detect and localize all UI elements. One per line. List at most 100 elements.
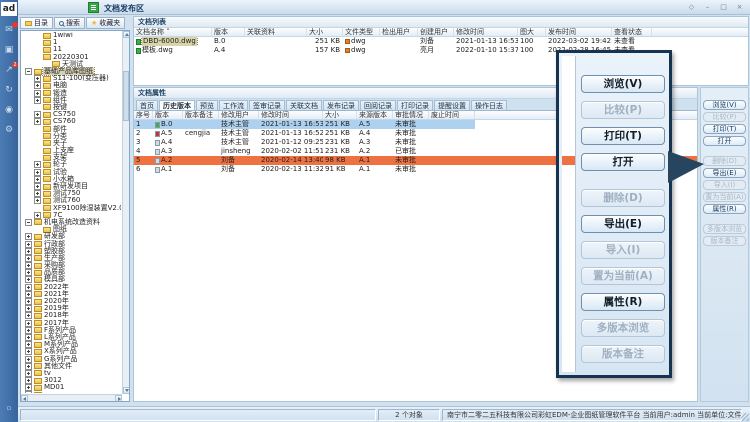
expand-icon[interactable] xyxy=(25,356,32,363)
expand-icon[interactable] xyxy=(25,327,32,334)
expand-icon[interactable] xyxy=(25,312,32,319)
properties-tab[interactable]: 操作日志 xyxy=(471,100,507,110)
scroll-right-button[interactable] xyxy=(115,395,122,402)
minimize-button[interactable]: – xyxy=(701,2,714,12)
close-button[interactable]: × xyxy=(733,2,746,12)
tree-item[interactable]: 轮子 xyxy=(22,161,121,168)
column-header[interactable]: 查看状态 xyxy=(612,28,652,36)
column-header[interactable]: 大小 xyxy=(307,28,343,36)
tree-item[interactable]: tv xyxy=(22,370,121,377)
action-button-6[interactable]: 导出(E) xyxy=(703,168,746,178)
tree-item[interactable]: 机电系统改造资料 xyxy=(22,219,121,226)
chat-icon[interactable]: ✉ xyxy=(0,24,18,37)
expand-icon[interactable] xyxy=(34,82,41,89)
tree-item[interactable]: 塑胶部 xyxy=(22,248,121,255)
properties-tab[interactable]: 签审记录 xyxy=(249,100,285,110)
expand-icon[interactable] xyxy=(25,363,32,370)
properties-tab[interactable]: 历史版本 xyxy=(159,100,195,110)
expand-icon[interactable] xyxy=(34,169,41,176)
column-header[interactable]: 废止时间 xyxy=(429,111,475,119)
tree-item[interactable]: 部件 xyxy=(22,125,121,132)
column-header[interactable]: 来源版本 xyxy=(357,111,393,119)
scroll-left-button[interactable] xyxy=(21,395,28,402)
action-button-4[interactable]: 打开 xyxy=(703,136,746,146)
properties-tab[interactable]: 回阅记录 xyxy=(360,100,396,110)
expand-icon[interactable] xyxy=(25,320,32,327)
scroll-up-button[interactable] xyxy=(123,31,130,38)
expand-icon[interactable] xyxy=(25,341,32,348)
expand-icon[interactable] xyxy=(25,291,32,298)
expand-icon[interactable] xyxy=(25,248,32,255)
pin-button[interactable]: ◇ xyxy=(685,2,698,12)
tab-directory[interactable]: 目录 xyxy=(20,17,53,29)
tree-item[interactable]: 行政部 xyxy=(22,240,121,247)
properties-tab[interactable]: 发布记录 xyxy=(323,100,359,110)
scroll-down-button[interactable] xyxy=(123,387,130,394)
column-header[interactable]: 大小 xyxy=(323,111,357,119)
expand-icon[interactable] xyxy=(34,75,41,82)
tree-item[interactable]: 电脑 xyxy=(22,82,121,89)
tree-item[interactable]: 模具部 xyxy=(22,276,121,283)
user-icon[interactable]: ◉ xyxy=(0,104,18,117)
tree-item[interactable]: 支架 xyxy=(22,154,121,161)
properties-tab[interactable]: 打印记录 xyxy=(397,100,433,110)
popup-action-1[interactable]: 浏览(V) xyxy=(581,75,665,93)
tree-item[interactable]: 2022年 xyxy=(22,284,121,291)
folder-icon[interactable]: ▣ xyxy=(0,44,18,57)
column-header[interactable]: 修改时间 xyxy=(259,111,323,119)
resize-grip[interactable] xyxy=(741,413,749,421)
expand-icon[interactable] xyxy=(25,241,32,248)
tree-item[interactable]: 2021年 xyxy=(22,291,121,298)
collapse-icon[interactable]: ▫ xyxy=(0,402,18,415)
expand-icon[interactable] xyxy=(34,90,41,97)
expand-icon[interactable] xyxy=(34,212,41,219)
tree-item[interactable]: 3012 xyxy=(22,377,121,384)
tree-item[interactable]: 采购部 xyxy=(22,262,121,269)
activity-icon[interactable]: ↗2 xyxy=(0,64,18,77)
expand-icon[interactable] xyxy=(25,391,32,393)
expand-icon[interactable] xyxy=(25,305,32,312)
column-header[interactable]: 修改时间 xyxy=(454,28,518,36)
tree-item[interactable] xyxy=(22,391,121,393)
gear-icon[interactable]: ⚙ xyxy=(0,124,18,137)
tree-item[interactable]: 研发部 xyxy=(22,233,121,240)
expand-icon[interactable] xyxy=(25,334,32,341)
expand-icon[interactable] xyxy=(25,276,32,283)
column-header[interactable]: 版本备注 xyxy=(183,111,219,119)
column-header[interactable]: 序号 xyxy=(134,111,153,119)
maximize-button[interactable]: □ xyxy=(717,2,730,12)
properties-tab[interactable]: 首页 xyxy=(136,100,158,110)
tree-item[interactable]: 2018年 xyxy=(22,312,121,319)
expand-icon[interactable] xyxy=(25,233,32,240)
tree-item[interactable]: 锻造 xyxy=(22,90,121,97)
expand-icon[interactable] xyxy=(34,118,41,125)
column-header[interactable]: 发布时间 xyxy=(546,28,612,36)
expand-icon[interactable] xyxy=(25,255,32,262)
expand-icon[interactable] xyxy=(34,197,41,204)
tree-item[interactable]: 组件 xyxy=(22,97,121,104)
expand-icon[interactable] xyxy=(34,161,41,168)
column-header[interactable]: 创建用户 xyxy=(418,28,454,36)
action-button-1[interactable]: 浏览(V) xyxy=(703,100,746,110)
tree-vertical-scrollbar[interactable] xyxy=(122,31,129,394)
tree-item[interactable]: 1 xyxy=(22,39,121,46)
expand-icon[interactable] xyxy=(25,269,32,276)
expand-icon[interactable] xyxy=(25,348,32,355)
expand-icon[interactable] xyxy=(34,183,41,190)
collapse-icon[interactable] xyxy=(25,68,32,75)
column-header[interactable]: 修改用户 xyxy=(219,111,259,119)
column-header[interactable]: 关联资料 xyxy=(245,28,307,36)
tree-item[interactable]: 上支座 xyxy=(22,147,121,154)
tree-item[interactable]: 品质部 xyxy=(22,269,121,276)
tree-item[interactable]: 其他文件 xyxy=(22,363,121,370)
action-button-3[interactable]: 打印(T) xyxy=(703,124,746,134)
tree-item[interactable]: XF9100除湿装置V2.0 图纸 xyxy=(22,205,121,212)
expand-icon[interactable] xyxy=(34,97,41,104)
expand-icon[interactable] xyxy=(25,298,32,305)
column-header[interactable]: 检出用户 xyxy=(380,28,418,36)
tree-item[interactable]: 分类 xyxy=(22,133,121,140)
expand-icon[interactable] xyxy=(34,176,41,183)
popup-action-4[interactable]: 打开 xyxy=(581,153,665,171)
tree-item[interactable]: 2019年 xyxy=(22,305,121,312)
column-header[interactable]: 文件类型 xyxy=(343,28,380,36)
